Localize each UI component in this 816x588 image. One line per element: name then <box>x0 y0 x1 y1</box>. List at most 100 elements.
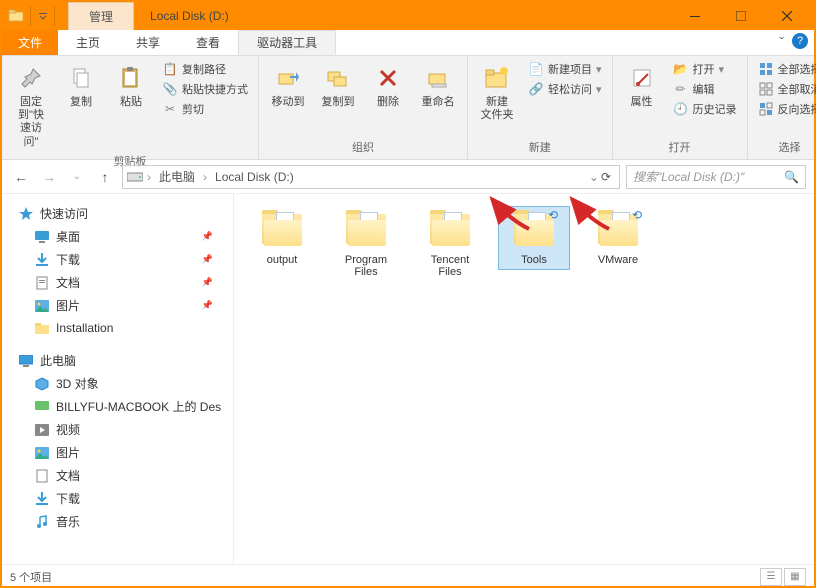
delete-icon <box>372 62 404 94</box>
address-field[interactable]: › 此电脑 › Local Disk (D:) ⌄ ⟳ <box>122 165 620 189</box>
paste-button[interactable]: 粘贴 <box>108 60 154 111</box>
open-icon: 📂 <box>673 61 689 77</box>
minimize-button[interactable] <box>672 2 718 30</box>
nav-3d-objects[interactable]: 3D 对象 <box>6 372 229 395</box>
nav-music[interactable]: 音乐 <box>6 510 229 533</box>
tab-file[interactable]: 文件 <box>2 30 58 55</box>
breadcrumb-this-pc[interactable]: 此电脑 <box>155 168 199 185</box>
context-tab-manage[interactable]: 管理 <box>68 2 134 31</box>
navigation-pane: 快速访问 桌面 📌 下载 📌 文档 📌 图片 📌 Installation <box>2 194 234 564</box>
nav-downloads2[interactable]: 下载 <box>6 487 229 510</box>
nav-installation[interactable]: Installation <box>6 317 229 339</box>
nav-videos[interactable]: 视频 <box>6 418 229 441</box>
move-to-button[interactable]: 移动到 <box>265 60 311 111</box>
copy-path-button[interactable]: 📋 复制路径 <box>158 60 252 78</box>
help-icon[interactable]: ? <box>792 33 808 49</box>
breadcrumb-sep: › <box>147 170 151 184</box>
select-none-icon <box>758 81 774 97</box>
nav-back-button[interactable]: ← <box>10 166 32 188</box>
nav-documents2[interactable]: 文档 <box>6 464 229 487</box>
status-bar: 5 个项目 ☰ ▦ <box>2 564 814 588</box>
ribbon: 固定到"快 速访问" 复制 粘贴 📋 复制路径 📎 <box>2 56 814 160</box>
tab-share[interactable]: 共享 <box>118 30 178 55</box>
sync-icon: ⟲ <box>546 208 560 222</box>
documents-icon <box>34 468 50 484</box>
folder-label: output <box>267 254 298 266</box>
nav-downloads[interactable]: 下载 📌 <box>6 248 229 271</box>
nav-this-pc[interactable]: 此电脑 <box>6 349 229 372</box>
body-area: 快速访问 桌面 📌 下载 📌 文档 📌 图片 📌 Installation <box>2 194 814 564</box>
nav-up-button[interactable]: ↑ <box>94 166 116 188</box>
rename-icon <box>422 62 454 94</box>
details-view-button[interactable]: ☰ <box>760 568 782 586</box>
nav-quick-access[interactable]: 快速访问 <box>6 202 229 225</box>
nav-pictures2[interactable]: 图片 <box>6 441 229 464</box>
tab-view[interactable]: 查看 <box>178 30 238 55</box>
invert-selection-icon <box>758 101 774 117</box>
window-controls <box>672 2 810 30</box>
search-icon: 🔍 <box>784 170 799 184</box>
copy-to-button[interactable]: 复制到 <box>315 60 361 111</box>
refresh-icon[interactable]: ⟳ <box>601 170 611 184</box>
nav-documents[interactable]: 文档 📌 <box>6 271 229 294</box>
address-dropdown-icon[interactable]: ⌄ <box>589 170 599 184</box>
collapse-ribbon-icon[interactable]: ˇ <box>779 34 784 50</box>
breadcrumb-current[interactable]: Local Disk (D:) <box>211 170 298 184</box>
qat-dropdown-icon[interactable] <box>30 6 50 26</box>
folder-icon <box>258 210 306 250</box>
new-item-button[interactable]: 📄 新建项目 ▾ <box>524 60 606 78</box>
new-folder-button[interactable]: 新建 文件夹 <box>474 60 520 124</box>
nav-desktop[interactable]: 桌面 📌 <box>6 225 229 248</box>
nav-pictures[interactable]: 图片 📌 <box>6 294 229 317</box>
address-bar: ← → ⌄ ↑ › 此电脑 › Local Disk (D:) ⌄ ⟳ 搜索"L… <box>2 160 814 194</box>
search-placeholder: 搜索"Local Disk (D:)" <box>633 168 744 185</box>
maximize-button[interactable] <box>718 2 764 30</box>
folder-icon <box>6 6 26 26</box>
pin-to-quick-access-button[interactable]: 固定到"快 速访问" <box>8 60 54 151</box>
paste-shortcut-icon: 📎 <box>162 81 178 97</box>
select-none-button[interactable]: 全部取消 <box>754 80 816 98</box>
ribbon-tabs: 文件 主页 共享 查看 驱动器工具 ˇ ? <box>2 30 814 56</box>
music-icon <box>34 514 50 530</box>
copy-button[interactable]: 复制 <box>58 60 104 111</box>
tab-drive-tools[interactable]: 驱动器工具 <box>238 30 336 55</box>
pictures-icon <box>34 298 50 314</box>
properties-button[interactable]: 属性 <box>619 60 665 111</box>
view-toggles: ☰ ▦ <box>760 568 806 586</box>
paste-shortcut-button[interactable]: 📎 粘贴快捷方式 <box>158 80 252 98</box>
nav-macbook[interactable]: BILLYFU-MACBOOK 上的 Des <box>6 395 229 418</box>
pin-icon <box>15 62 47 94</box>
folder-item[interactable]: output <box>246 206 318 270</box>
folder-item[interactable]: ⟲ Tools <box>498 206 570 270</box>
pin-indicator-icon: 📌 <box>202 300 227 311</box>
copy-path-icon: 📋 <box>162 61 178 77</box>
nav-recent-button[interactable]: ⌄ <box>66 166 88 188</box>
new-item-icon: 📄 <box>528 61 544 77</box>
folder-icon: ⟲ <box>594 210 642 250</box>
cut-button[interactable]: ✂ 剪切 <box>158 100 252 118</box>
select-all-button[interactable]: 全部选择 <box>754 60 816 78</box>
content-pane[interactable]: output Program Files Tencent Files ⟲ Too… <box>234 194 814 564</box>
open-button[interactable]: 📂 打开 ▾ <box>669 60 741 78</box>
close-button[interactable] <box>764 2 810 30</box>
folder-item[interactable]: Tencent Files <box>414 206 486 282</box>
folder-item[interactable]: ⟲ VMware <box>582 206 654 270</box>
ribbon-group-organize: 移动到 复制到 删除 重命名 组织 <box>259 56 468 159</box>
downloads-icon <box>34 491 50 507</box>
icons-view-button[interactable]: ▦ <box>784 568 806 586</box>
folder-item[interactable]: Program Files <box>330 206 402 282</box>
easy-access-button[interactable]: 🔗 轻松访问 ▾ <box>524 80 606 98</box>
sync-icon: ⟲ <box>630 208 644 222</box>
rename-button[interactable]: 重命名 <box>415 60 461 111</box>
tab-home[interactable]: 主页 <box>58 30 118 55</box>
group-label-new: 新建 <box>474 137 606 155</box>
delete-button[interactable]: 删除 <box>365 60 411 111</box>
history-button[interactable]: 🕘 历史记录 <box>669 100 741 118</box>
folder-icon <box>34 320 50 336</box>
computer-icon <box>18 353 34 369</box>
invert-selection-button[interactable]: 反向选择 <box>754 100 816 118</box>
search-input[interactable]: 搜索"Local Disk (D:)" 🔍 <box>626 165 806 189</box>
new-folder-icon <box>481 62 513 94</box>
nav-forward-button[interactable]: → <box>38 166 60 188</box>
edit-button[interactable]: ✏ 编辑 <box>669 80 741 98</box>
